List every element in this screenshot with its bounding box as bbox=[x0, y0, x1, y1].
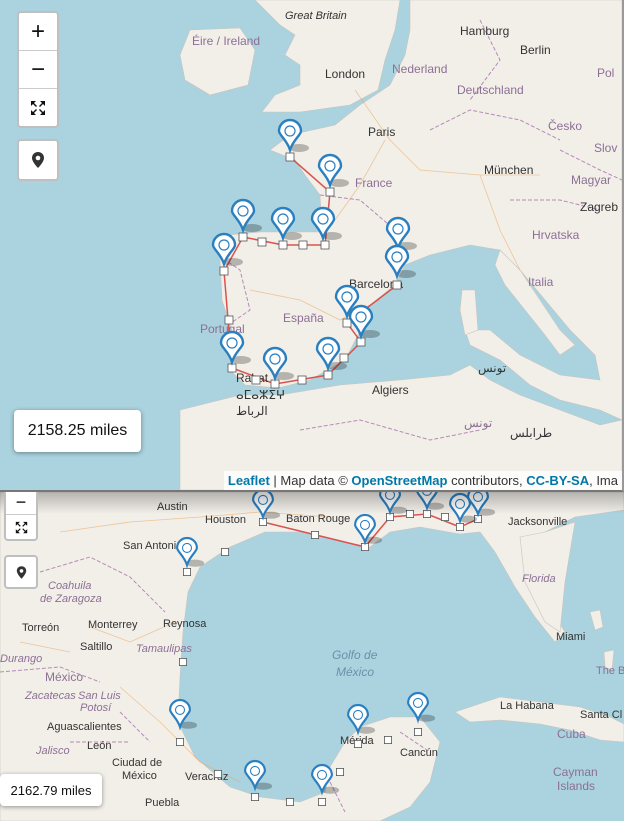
waypoint-icon[interactable] bbox=[405, 509, 414, 518]
location-marker-icon[interactable] bbox=[385, 216, 417, 253]
route-markers-gulf bbox=[169, 492, 496, 806]
map-gulf-of-mexico[interactable]: Austin Houston Baton Rouge Jacksonville … bbox=[0, 492, 624, 821]
add-marker-button[interactable] bbox=[17, 139, 59, 181]
location-marker-icon[interactable] bbox=[311, 763, 340, 796]
location-marker-icon[interactable] bbox=[176, 536, 205, 569]
waypoint-icon[interactable] bbox=[317, 797, 326, 806]
location-marker-icon[interactable] bbox=[317, 153, 349, 190]
location-marker-icon[interactable] bbox=[262, 346, 294, 383]
attribution-text: contributors, bbox=[447, 473, 527, 488]
location-marker-icon[interactable] bbox=[270, 206, 302, 243]
location-marker-icon[interactable] bbox=[169, 698, 198, 731]
location-marker-icon[interactable] bbox=[384, 244, 416, 281]
waypoint-icon[interactable] bbox=[320, 240, 330, 250]
waypoint-icon[interactable] bbox=[285, 797, 294, 806]
waypoint-icon[interactable] bbox=[298, 240, 308, 250]
fullscreen-button[interactable] bbox=[19, 89, 57, 126]
location-marker-icon[interactable] bbox=[310, 206, 342, 243]
waypoint-icon[interactable] bbox=[251, 375, 261, 385]
location-marker-icon[interactable] bbox=[407, 691, 436, 724]
map-pin-icon bbox=[16, 565, 26, 579]
waypoint-icon[interactable] bbox=[310, 531, 319, 540]
fullscreen-button[interactable] bbox=[6, 515, 36, 539]
location-marker-icon[interactable] bbox=[416, 492, 445, 512]
waypoint-icon[interactable] bbox=[440, 512, 449, 521]
zoom-control: + − bbox=[17, 11, 59, 128]
attribution-text: , Ima bbox=[589, 473, 618, 488]
distance-readout: 2162.79 miles bbox=[0, 774, 102, 806]
attribution-text: | Map data © bbox=[269, 473, 352, 488]
map-attribution: Leaflet | Map data © OpenStreetMap contr… bbox=[223, 471, 622, 490]
waypoint-icon[interactable] bbox=[392, 280, 402, 290]
waypoint-icon[interactable] bbox=[257, 237, 267, 247]
location-marker-icon[interactable] bbox=[347, 703, 376, 736]
waypoint-icon[interactable] bbox=[342, 318, 352, 328]
minus-icon: − bbox=[30, 55, 45, 83]
zoom-out-button[interactable]: − bbox=[6, 492, 36, 515]
location-marker-icon[interactable] bbox=[244, 759, 273, 792]
waypoint-icon[interactable] bbox=[224, 315, 234, 325]
fullscreen-icon bbox=[15, 521, 27, 533]
waypoint-icon[interactable] bbox=[178, 657, 187, 666]
map-europe[interactable]: Great Britain Éire / Ireland London Nede… bbox=[0, 0, 624, 492]
waypoint-icon[interactable] bbox=[285, 152, 295, 162]
zoom-control: − bbox=[4, 492, 38, 541]
waypoint-icon[interactable] bbox=[220, 548, 229, 557]
zoom-in-button[interactable]: + bbox=[19, 13, 57, 51]
waypoint-icon[interactable] bbox=[383, 735, 392, 744]
location-marker-icon[interactable] bbox=[230, 198, 262, 235]
waypoint-icon[interactable] bbox=[219, 266, 229, 276]
waypoint-icon[interactable] bbox=[297, 375, 307, 385]
waypoint-icon[interactable] bbox=[353, 739, 362, 748]
add-marker-button[interactable] bbox=[4, 555, 38, 589]
leaflet-link[interactable]: Leaflet bbox=[228, 473, 270, 488]
location-marker-icon[interactable] bbox=[348, 304, 380, 341]
waypoint-icon[interactable] bbox=[213, 769, 222, 778]
waypoint-icon[interactable] bbox=[250, 792, 259, 801]
plus-icon: + bbox=[30, 17, 45, 45]
distance-readout: 2158.25 miles bbox=[14, 410, 141, 452]
waypoint-icon[interactable] bbox=[325, 187, 335, 197]
location-marker-icon[interactable] bbox=[379, 492, 408, 516]
waypoint-icon[interactable] bbox=[413, 727, 422, 736]
license-link[interactable]: CC-BY-SA bbox=[526, 473, 589, 488]
map-pin-icon bbox=[32, 152, 44, 168]
location-marker-icon[interactable] bbox=[252, 492, 281, 521]
zoom-out-button[interactable]: − bbox=[19, 51, 57, 89]
waypoint-icon[interactable] bbox=[335, 767, 344, 776]
distance-value: 2158.25 miles bbox=[27, 422, 128, 439]
location-marker-icon[interactable] bbox=[219, 330, 251, 367]
distance-value: 2162.79 miles bbox=[10, 782, 92, 798]
minus-icon: − bbox=[15, 492, 27, 512]
location-marker-icon[interactable] bbox=[211, 232, 243, 269]
waypoint-icon[interactable] bbox=[238, 232, 248, 242]
waypoint-icon[interactable] bbox=[278, 240, 288, 250]
waypoint-icon[interactable] bbox=[182, 568, 191, 577]
waypoint-icon[interactable] bbox=[175, 737, 184, 746]
waypoint-icon[interactable] bbox=[339, 353, 349, 363]
location-marker-icon[interactable] bbox=[277, 118, 309, 155]
openstreetmap-link[interactable]: OpenStreetMap bbox=[351, 473, 447, 488]
fullscreen-icon bbox=[31, 100, 45, 115]
waypoint-icon[interactable] bbox=[323, 370, 333, 380]
location-marker-icon[interactable] bbox=[467, 492, 496, 518]
location-marker-icon[interactable] bbox=[354, 513, 383, 546]
